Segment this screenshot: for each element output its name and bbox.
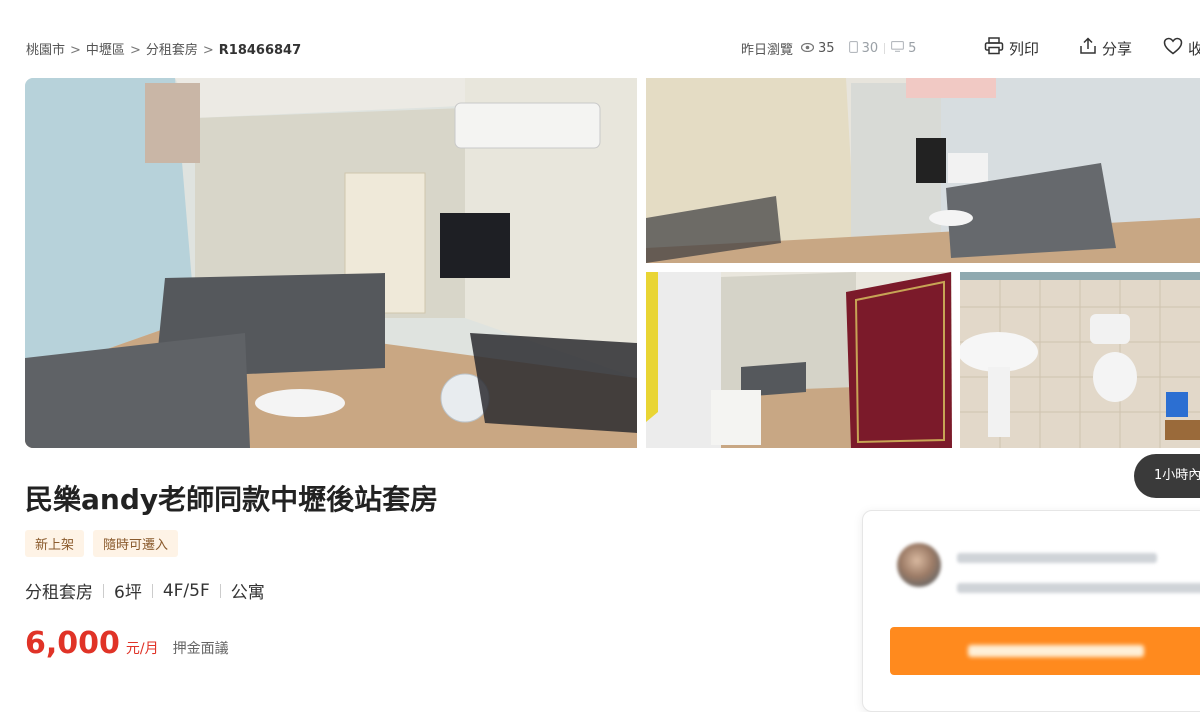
main-photo[interactable]	[25, 78, 637, 448]
photo-bathroom[interactable]	[960, 272, 1200, 448]
price-amount: 6,000	[25, 626, 120, 661]
phone-number-blurred	[968, 645, 1144, 657]
photo-living-area[interactable]	[646, 78, 1200, 263]
share-button[interactable]: 分享	[1079, 37, 1132, 59]
recent-activity-pill[interactable]: 1小時內	[1134, 454, 1200, 498]
tag-move-in: 隨時可遷入	[93, 530, 179, 557]
call-button[interactable]	[890, 627, 1200, 675]
agent-name-blurred	[957, 553, 1157, 563]
breadcrumb-city[interactable]: 桃園市	[26, 43, 65, 58]
phone-icon	[848, 40, 858, 57]
view-stats: 昨日瀏覽 35 30 5	[741, 39, 916, 58]
agent-info-blurred	[957, 583, 1200, 593]
saved-count: 30	[861, 41, 879, 56]
stats-divider	[884, 43, 886, 54]
price-block: 6,000 元/月 押金面議	[25, 626, 229, 661]
contact-card	[862, 510, 1200, 712]
share-icon	[1079, 37, 1102, 59]
breadcrumb-separator: >	[129, 43, 141, 58]
yesterday-views-label: 昨日瀏覽	[741, 43, 794, 58]
spec-building: 公寓	[230, 583, 265, 603]
tag-new: 新上架	[25, 530, 85, 557]
top-bar: 桃園市 > 中壢區 > 分租套房 > R18466847 昨日瀏覽 35 30 5 列印 分…	[0, 0, 1200, 78]
spec-divider	[219, 583, 221, 598]
breadcrumb-category[interactable]: 分租套房	[146, 43, 198, 58]
breadcrumb: 桃園市 > 中壢區 > 分租套房 > R18466847	[26, 39, 301, 58]
listing-title: 民樂andy老師同款中壢後站套房	[25, 483, 439, 516]
spec-size: 6坪	[114, 583, 142, 603]
listing-specs: 分租套房 6坪 4F/5F 公寓	[25, 578, 265, 604]
recent-activity-label: 1小時內	[1154, 468, 1200, 483]
photo-room-door[interactable]	[646, 272, 952, 448]
print-button[interactable]: 列印	[984, 37, 1039, 59]
monitor-icon	[891, 41, 905, 56]
breadcrumb-separator: >	[70, 43, 81, 58]
spec-floor: 4F/5F	[162, 580, 210, 601]
eye-icon	[800, 41, 815, 56]
listing-tags: 新上架 隨時可遷入	[25, 530, 187, 557]
messages-count: 5	[908, 41, 917, 56]
print-label: 列印	[1009, 39, 1040, 58]
spec-divider	[103, 583, 104, 598]
price-unit: 元/月	[125, 641, 159, 657]
deposit-note: 押金面議	[172, 641, 229, 657]
favorite-button[interactable]: 收	[1163, 37, 1200, 59]
spec-divider	[151, 583, 153, 598]
printer-icon	[984, 37, 1009, 59]
breadcrumb-separator: >	[202, 43, 214, 58]
views-count: 35	[818, 41, 835, 56]
breadcrumb-district[interactable]: 中壢區	[86, 43, 125, 58]
heart-icon	[1163, 37, 1188, 59]
agent-avatar	[897, 543, 941, 587]
breadcrumb-listing-id: R18466847	[218, 43, 302, 58]
favorite-label: 收	[1188, 39, 1200, 58]
spec-type: 分租套房	[25, 583, 93, 603]
share-label: 分享	[1102, 39, 1133, 58]
